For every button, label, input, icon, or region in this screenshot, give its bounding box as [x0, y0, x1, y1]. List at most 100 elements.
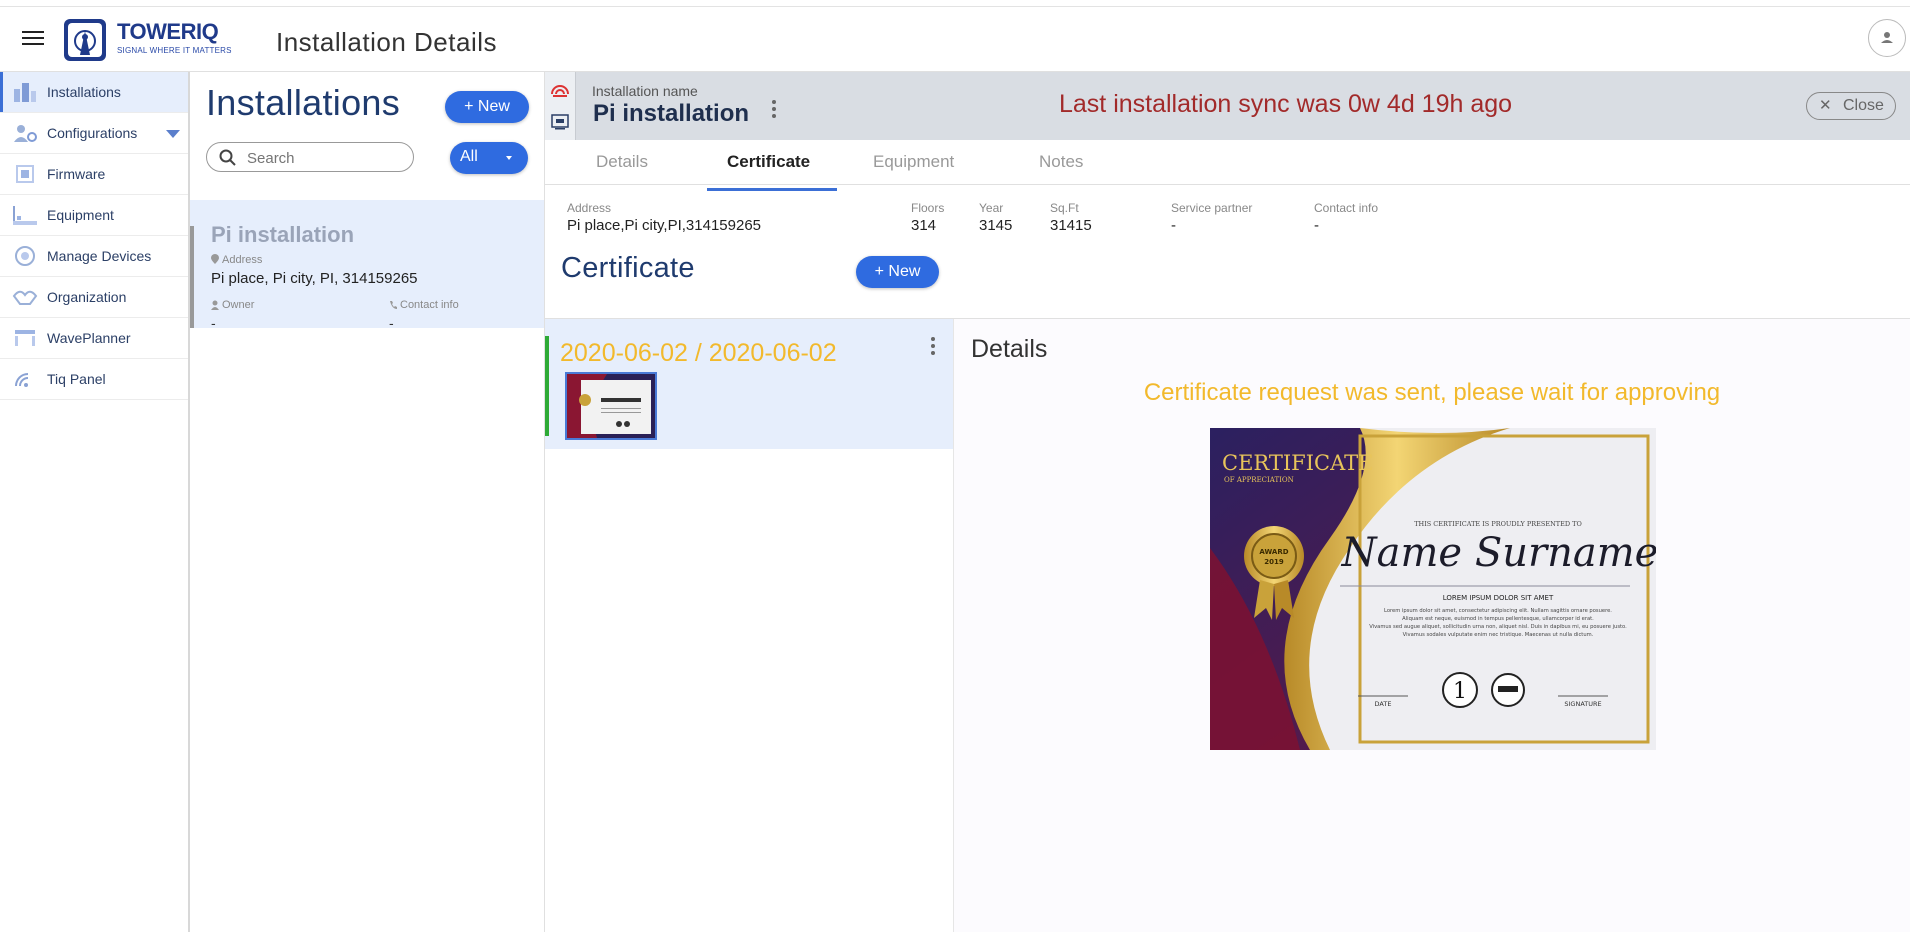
- filter-label: All: [460, 148, 478, 165]
- device-icon[interactable]: [551, 114, 569, 130]
- certificate-signature-label: SIGNATURE: [1564, 700, 1601, 708]
- certificate-lorem-line: Vivamus sodales vulputate enim nec trist…: [1403, 632, 1594, 638]
- info-year-label: Year: [979, 201, 1004, 215]
- new-certificate-button[interactable]: + New: [856, 256, 939, 288]
- person-icon: [211, 300, 219, 310]
- close-label: Close: [1843, 97, 1884, 114]
- close-button[interactable]: ✕ Close: [1806, 92, 1896, 120]
- award-text: AWARD: [1259, 548, 1288, 556]
- info-partner: -: [1171, 217, 1176, 234]
- certificate-lorem-line: Vivamus sed augue aliquet, sollicitudin …: [1369, 624, 1627, 630]
- certificate-heading: CERTIFICATE: [1222, 451, 1373, 475]
- filter-dropdown[interactable]: All: [450, 142, 528, 174]
- installation-detail-panel: Installation name Pi installation Last i…: [545, 72, 1910, 932]
- sidebar-item-organization[interactable]: Organization: [0, 277, 188, 318]
- installations-list-panel: Installations + New All Pi installation …: [190, 72, 545, 932]
- signal-icon: [15, 373, 29, 387]
- sidebar-item-manage-devices[interactable]: Manage Devices: [0, 236, 188, 277]
- plus-icon: +: [464, 98, 474, 115]
- award-year: 2019: [1264, 558, 1284, 566]
- sidebar-item-label: Organization: [47, 289, 127, 305]
- certificate-date-label: DATE: [1375, 700, 1392, 708]
- info-sqft-label: Sq.Ft: [1050, 201, 1079, 215]
- user-icon: [1881, 32, 1893, 43]
- sidebar-item-label: WavePlanner: [47, 330, 131, 346]
- info-address-label: Address: [567, 201, 612, 215]
- user-account-button[interactable]: [1868, 19, 1906, 57]
- certificate-recipient: Name Surname: [1341, 530, 1656, 576]
- user-settings-icon: [14, 125, 37, 142]
- caret-down-icon: [506, 156, 512, 160]
- new-installation-button[interactable]: + New: [445, 91, 529, 123]
- sidebar-item-configurations[interactable]: Configurations: [0, 113, 188, 154]
- sidebar-item-installations[interactable]: Installations: [0, 72, 188, 113]
- certificate-menu-icon[interactable]: [931, 337, 935, 358]
- info-contact: -: [1314, 217, 1319, 234]
- installation-card-name: Pi installation: [211, 222, 355, 247]
- brand-name: TOWERIQ: [117, 19, 219, 44]
- info-sqft: 31415: [1050, 217, 1092, 234]
- equipment-rack-icon: [13, 206, 37, 225]
- sidebar-item-label: Firmware: [47, 166, 106, 182]
- owner-value: -: [211, 315, 216, 331]
- list-title: Installations: [206, 82, 401, 123]
- chip-icon: [16, 165, 34, 183]
- certificate-thumbnail[interactable]: [565, 372, 657, 440]
- search-input[interactable]: [245, 147, 409, 169]
- sync-status-message: Last installation sync was 0w 4d 19h ago: [1059, 90, 1513, 118]
- contact-value: -: [389, 315, 394, 331]
- certificate-lorem-title: LOREM IPSUM DOLOR SIT AMET: [1443, 594, 1554, 602]
- planner-icon: [15, 330, 35, 346]
- certificate-dates: 2020-06-02 / 2020-06-02: [560, 339, 837, 367]
- tab-certificate[interactable]: Certificate: [727, 152, 810, 172]
- close-icon: ✕: [1819, 97, 1832, 114]
- chevron-down-icon[interactable]: [166, 130, 180, 138]
- new-installation-label: New: [477, 98, 510, 115]
- contact-label: Contact info: [400, 299, 459, 311]
- phone-icon: [390, 301, 397, 309]
- sidebar-item-waveplanner[interactable]: WavePlanner: [0, 318, 188, 359]
- banner-side-icons: [545, 72, 576, 140]
- certificate-presented-text: THIS CERTIFICATE IS PROUDLY PRESENTED TO: [1414, 520, 1582, 528]
- location-pin-icon: [211, 254, 219, 264]
- address-label: Address: [222, 254, 263, 266]
- sidebar-item-label: Configurations: [47, 125, 138, 141]
- certificate-list-item[interactable]: 2020-06-02 / 2020-06-02: [545, 319, 953, 449]
- info-contact-label: Contact info: [1314, 201, 1379, 215]
- tab-equipment[interactable]: Equipment: [873, 152, 954, 172]
- details-title: Details: [971, 335, 1048, 363]
- tab-notes[interactable]: Notes: [1039, 152, 1083, 172]
- installation-name: Pi installation: [593, 100, 750, 127]
- sidebar-item-label: Installations: [47, 84, 121, 100]
- info-address: Pi place,Pi city,PI,314159265: [567, 217, 762, 234]
- info-floors-label: Floors: [911, 201, 945, 215]
- certificate-number: 1: [1453, 679, 1467, 704]
- sidebar-item-label: Equipment: [47, 207, 114, 223]
- brand-tagline: SIGNAL WHERE IT MATTERS: [117, 46, 232, 55]
- sidebar-item-tiq-panel[interactable]: Tiq Panel: [0, 359, 188, 400]
- active-tab-indicator: [707, 188, 837, 191]
- info-floors: 314: [911, 217, 937, 234]
- alert-signal-icon[interactable]: [550, 80, 570, 98]
- menu-icon[interactable]: [22, 31, 44, 47]
- sidebar-item-label: Tiq Panel: [47, 371, 106, 387]
- certificate-lorem-line: Aliquam est neque, euismod in tempus pel…: [1402, 616, 1594, 622]
- certificate-list: 2020-06-02 / 2020-06-02: [545, 319, 954, 932]
- owner-label: Owner: [222, 299, 255, 311]
- new-certificate-label: New: [888, 263, 921, 280]
- certificate-lorem-line: Lorem ipsum dolor sit amet, consectetur …: [1384, 608, 1612, 614]
- sidebar-item-equipment[interactable]: Equipment: [0, 195, 188, 236]
- search-box[interactable]: [206, 142, 414, 172]
- handshake-icon: [12, 290, 38, 305]
- plus-icon: +: [874, 263, 884, 280]
- info-partner-label: Service partner: [1171, 201, 1253, 215]
- info-year: 3145: [979, 217, 1013, 234]
- installation-menu-icon[interactable]: [772, 100, 776, 121]
- certificate-section-title: Certificate: [561, 252, 695, 284]
- tab-details[interactable]: Details: [596, 152, 648, 172]
- certificate-pending-message: Certificate request was sent, please wai…: [1143, 379, 1721, 406]
- sidebar-item-label: Manage Devices: [47, 248, 152, 264]
- installation-card[interactable]: Pi installation Address Pi place, Pi cit…: [190, 200, 544, 331]
- sidebar-item-firmware[interactable]: Firmware: [0, 154, 188, 195]
- certificate-subheading: OF APPRECIATION: [1224, 476, 1294, 484]
